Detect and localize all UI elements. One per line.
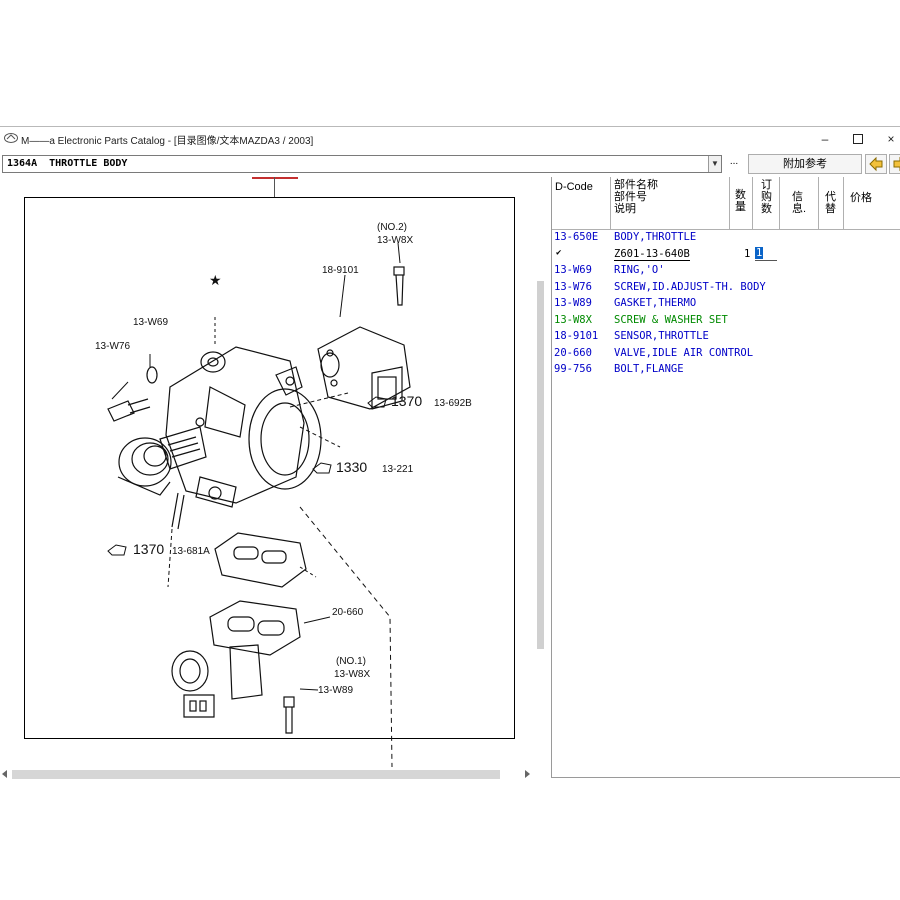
part-number-row[interactable]: ✔ Z601-13-640B 1 1 bbox=[552, 246, 900, 263]
row-description: VALVE,IDLE AIR CONTROL bbox=[614, 346, 754, 359]
table-row[interactable]: 13-W69 RING,'O' bbox=[552, 263, 900, 279]
maximize-icon bbox=[853, 134, 863, 144]
header-info[interactable]: 信 息. bbox=[780, 177, 819, 230]
header-quantity[interactable]: 数 量 bbox=[730, 177, 753, 230]
section-select-value: 1364A THROTTLE BODY bbox=[7, 158, 128, 169]
additional-reference-button[interactable]: 附加参考 bbox=[748, 154, 862, 174]
row-description: BODY,THROTTLE bbox=[614, 231, 697, 243]
order-quantity-value: 1 bbox=[755, 246, 764, 259]
row-description: SCREW & WASHER SET bbox=[614, 313, 728, 326]
minimize-button[interactable]: – bbox=[810, 129, 840, 149]
callout-no2: (NO.2) bbox=[377, 222, 407, 233]
forward-button[interactable] bbox=[889, 154, 900, 174]
hose-drawing bbox=[171, 492, 179, 528]
row-description: GASKET,THERMO bbox=[614, 297, 697, 309]
callout-1330: 1330 bbox=[336, 459, 367, 475]
header-part-name[interactable]: 部件名称 部件号 说明 bbox=[611, 177, 730, 230]
callout-1370-a: 1370 bbox=[133, 541, 164, 557]
row-description: RING,'O' bbox=[614, 264, 665, 276]
row-dcode: 13-650E bbox=[554, 231, 599, 243]
title-bar: M——a Electronic Parts Catalog - [目录图像/文本… bbox=[0, 127, 900, 151]
toolbar: 1364A THROTTLE BODY ▼ ... 附加参考 bbox=[0, 154, 900, 176]
window-title: M——a Electronic Parts Catalog - [目录图像/文本… bbox=[21, 136, 314, 147]
row-dcode: 99-756 bbox=[554, 363, 592, 375]
row-dcode: 13-W76 bbox=[554, 280, 592, 293]
callout-star: ★ bbox=[209, 272, 222, 288]
row-quantity: 1 bbox=[744, 247, 751, 260]
row-description: BOLT,FLANGE bbox=[614, 363, 684, 375]
back-button[interactable] bbox=[865, 154, 887, 174]
vertical-scrollbar[interactable] bbox=[535, 177, 547, 767]
checkmark-icon[interactable]: ✔ bbox=[556, 248, 561, 258]
illustration-pane: (NO.2) 13-W8X 18-9101 13-W69 13-W76 ★ 13… bbox=[0, 177, 548, 782]
callout-13-w89: 13-W89 bbox=[318, 685, 353, 696]
row-dcode: 13-W69 bbox=[554, 264, 592, 276]
section-select[interactable]: 1364A THROTTLE BODY ▼ bbox=[2, 155, 722, 173]
row-dcode: 13-W8X bbox=[554, 313, 592, 326]
app-logo-icon bbox=[4, 133, 18, 143]
gasket-drawing bbox=[214, 532, 307, 588]
header-price[interactable]: 价格 bbox=[844, 177, 900, 230]
screw-drawing-bottom bbox=[283, 696, 295, 734]
part-number: Z601-13-640B bbox=[614, 247, 690, 261]
table-row[interactable]: 18-9101 SENSOR,THROTTLE bbox=[552, 329, 900, 345]
parts-list-pane: D-Code 部件名称 部件号 说明 数 量 订 购 数 信 息. 代 替 价格… bbox=[551, 177, 900, 778]
horizontal-scrollbar[interactable] bbox=[0, 767, 535, 781]
arrow-right-icon bbox=[893, 156, 900, 172]
close-button[interactable]: × bbox=[876, 129, 900, 149]
catalog-window: M——a Electronic Parts Catalog - [目录图像/文本… bbox=[0, 126, 900, 782]
callout-13-w69: 13-W69 bbox=[133, 317, 168, 328]
chevron-down-icon[interactable]: ▼ bbox=[708, 156, 721, 172]
pointer-icon-1370-a bbox=[107, 544, 127, 556]
table-row[interactable]: 99-756 BOLT,FLANGE bbox=[552, 362, 900, 378]
callout-13-221: 13-221 bbox=[382, 464, 414, 475]
arrow-left-icon bbox=[869, 156, 883, 172]
callout-13-w76: 13-W76 bbox=[95, 341, 130, 352]
table-row[interactable]: 13-W76 SCREW,ID.ADJUST-TH. BODY bbox=[552, 280, 900, 296]
idle-air-valve-drawing bbox=[171, 600, 301, 718]
browse-button[interactable]: ... bbox=[724, 155, 744, 171]
throttle-body-drawing bbox=[165, 346, 322, 508]
row-dcode: 20-660 bbox=[554, 346, 592, 359]
horizontal-scroll-thumb[interactable] bbox=[12, 770, 500, 779]
throttle-body-diagram: (NO.2) 13-W8X 18-9101 13-W69 13-W76 ★ 13… bbox=[95, 222, 472, 767]
callout-13-w8x-top: 13-W8X bbox=[377, 235, 413, 246]
callout-13-681a: 13-681A bbox=[172, 546, 210, 557]
callout-no1: (NO.1) bbox=[336, 656, 366, 667]
callout-13-w8x-bottom: 13-W8X bbox=[334, 669, 370, 680]
row-description: SENSOR,THROTTLE bbox=[614, 330, 709, 342]
row-description: SCREW,ID.ADJUST-TH. BODY bbox=[614, 280, 766, 293]
table-row[interactable]: 20-660 VALVE,IDLE AIR CONTROL bbox=[552, 346, 900, 362]
order-quantity-input[interactable]: 1 bbox=[755, 246, 777, 261]
callout-13-692b: 13-692B bbox=[434, 398, 472, 409]
throttle-cam-drawing bbox=[117, 426, 207, 496]
maximize-button[interactable] bbox=[843, 129, 873, 149]
screw-drawing-top bbox=[393, 266, 405, 306]
header-order-quantity[interactable]: 订 购 数 bbox=[753, 177, 780, 230]
callout-20-660: 20-660 bbox=[332, 607, 364, 618]
header-dcode[interactable]: D-Code bbox=[552, 177, 611, 230]
vertical-scroll-thumb[interactable] bbox=[537, 281, 544, 649]
table-row[interactable]: 13-650E BODY,THROTTLE bbox=[552, 230, 900, 246]
scroll-right-icon[interactable] bbox=[525, 770, 531, 778]
table-row[interactable]: 13-W8X SCREW & WASHER SET bbox=[552, 313, 900, 329]
callout-1370-b: 1370 bbox=[391, 393, 422, 409]
callout-18-9101: 18-9101 bbox=[322, 265, 359, 276]
row-dcode: 18-9101 bbox=[554, 330, 599, 342]
header-substitute[interactable]: 代 替 bbox=[819, 177, 844, 230]
adjust-screw-drawing bbox=[107, 366, 158, 422]
scroll-left-icon[interactable] bbox=[2, 770, 8, 778]
table-row[interactable]: 13-W89 GASKET,THERMO bbox=[552, 296, 900, 312]
row-dcode: 13-W89 bbox=[554, 297, 592, 309]
